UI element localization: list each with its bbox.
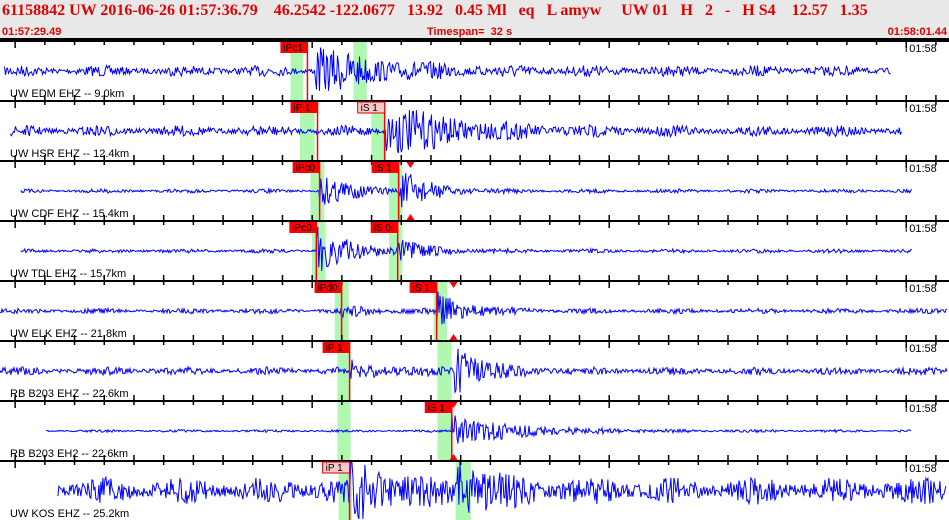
minute-label: 01:58 [909,223,937,235]
channel-row[interactable]: 01:58 iP 1 RB B203 EHZ -- 22.6km [0,335,949,400]
waveform-trace [57,461,947,520]
minute-label: 01:58 [909,163,937,175]
pick-label: iPc1 [283,43,303,54]
theoretical-arrival-marker-top [449,282,458,288]
pick-label: iPc0 [292,223,312,234]
minute-label: 01:58 [909,103,937,115]
pick-label: iP 1 [326,463,343,474]
channel-label: UW KOS EHZ -- 25.2km [10,508,129,520]
waveform-trace [0,348,948,394]
channel-row[interactable]: 01:58 iP 1 UW KOS EHZ -- 25.2km [0,455,949,520]
pick-label: iS 0 [374,223,392,234]
waveform-trace [20,173,913,208]
theoretical-arrival-marker-bottom [449,334,458,340]
channel-row[interactable]: 01:58 iPc1 UW EDM EHZ -- 9.0km [0,40,949,100]
pick-label: iS 1 [361,103,379,114]
pick-label: iPc0 [296,163,316,174]
waveform-trace [20,226,912,271]
channel-row[interactable]: 01:58 iPc0 iS 0 UW TDL EHZ -- 15.7km [0,215,949,280]
minute-label: 01:58 [909,463,937,475]
event-summary: 61158842 UW 2016-06-26 01:57:36.79 46.25… [2,2,868,19]
minute-label: 01:58 [909,283,937,295]
waveform-trace [0,291,947,325]
seismogram-panel[interactable]: 01:58 iPc1 UW EDM EHZ -- 9.0km 01:58 iP 1 iS … [0,40,949,520]
channel-row[interactable]: 01:58 iP 1 iS 1 UW HSR EHZ -- 12.4km [0,95,949,160]
theoretical-arrival-marker-top [406,162,415,168]
minute-label: 01:58 [909,343,937,355]
pick-label: iP 1 [326,343,343,354]
pick-label: iS 1 [375,163,393,174]
channel-row[interactable]: 01:58 iS 1 RB B203 EH2 -- 22.6km [0,395,949,460]
channel-label: UW CDF EHZ -- 15.4km [10,208,129,220]
end-time: 01:58:01.44 [887,26,947,38]
pick-label: iS 1 [428,403,446,414]
timespan: Timespan= 32 s [427,26,513,38]
channel-row[interactable]: 01:58 iPd0 iS 1 UW ELK EHZ -- 21.8km [0,275,949,340]
waveform-trace [4,47,891,91]
channel-label: UW EDM EHZ -- 9.0km [10,88,124,100]
waveform-trace [45,415,912,444]
channel-label: RB B203 EHZ -- 22.6km [10,388,129,400]
theoretical-arrival-marker-bottom [406,214,415,220]
channel-label: UW TDL EHZ -- 15.7km [10,268,126,280]
channel-label: UW HSR EHZ -- 12.4km [10,148,129,160]
minute-label: 01:58 [909,43,937,55]
event-header: 61158842 UW 2016-06-26 01:57:36.79 46.25… [0,0,949,40]
channel-label: RB B203 EH2 -- 22.6km [10,448,128,460]
waveform-trace [9,110,902,154]
pick-label: iP 1 [294,103,311,114]
channel-row[interactable]: 01:58 iPc0 iS 1 UW CDF EHZ -- 15.4km [0,155,949,220]
pick-label: iPd0 [318,283,338,294]
pick-label: iS 1 [413,283,431,294]
channel-label: UW ELK EHZ -- 21.8km [10,328,127,340]
start-time: 01:57:29.49 [2,26,62,38]
minute-label: 01:58 [909,403,937,415]
